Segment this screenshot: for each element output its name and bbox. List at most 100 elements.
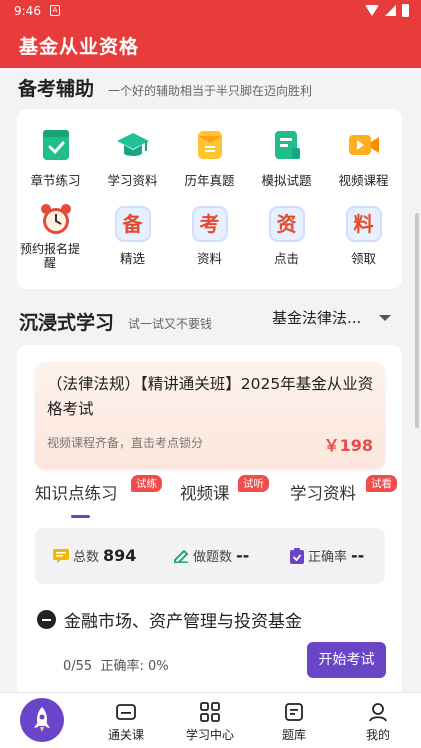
tab-knowledge-practice[interactable]: 知识点练习 试练 — [35, 475, 162, 504]
chapter-accuracy: 正确率: 0% — [100, 659, 169, 674]
mock-exam-icon — [270, 128, 304, 162]
user-icon — [367, 701, 389, 723]
scrollbar[interactable] — [415, 213, 419, 428]
stat-done: 做题数 -- — [173, 546, 249, 565]
app-bar: 基金从业资格 — [0, 22, 421, 68]
nav-profile[interactable]: 我的 — [348, 701, 408, 743]
prep-item-video-course[interactable]: 视频课程 — [325, 128, 402, 188]
video-course-icon — [347, 128, 381, 162]
nav-label: 我的 — [365, 728, 390, 742]
course-title: （法律法规）【精讲通关班】2025年基金从业资格考试 — [47, 375, 374, 418]
alarm-clock-icon — [39, 202, 73, 236]
chevron-down-icon — [379, 314, 392, 321]
bottom-navigation: 通关课 学习中心 题库 我的 — [0, 692, 421, 748]
prep-card: 章节练习 学习资料 历年真题 模拟试题 视频课程 预约报名提醒 备 精选 考 资… — [17, 109, 402, 289]
grid-icon — [199, 701, 221, 723]
pencil-icon — [174, 549, 189, 563]
graduation-cap-icon — [116, 128, 150, 162]
immersive-section-subtitle: 试一试又不要钱 — [128, 317, 213, 331]
stat-done-value: -- — [236, 546, 250, 565]
nav-label: 通关课 — [107, 728, 144, 742]
prep-item-claim[interactable]: 料 领取 — [325, 206, 402, 266]
clipboard-check-icon — [290, 547, 304, 564]
stat-total-value: 894 — [103, 546, 137, 565]
prep-item-label: 预约报名提醒 — [19, 242, 80, 270]
prep-item-label: 资料 — [196, 251, 222, 266]
chapter-practice-icon — [39, 128, 73, 162]
total-count-icon — [53, 548, 69, 563]
main-content[interactable]: 备考辅助 一个好的辅助相当于半只脚在迈向胜利 章节练习 学习资料 历年真题 模拟… — [0, 68, 421, 692]
resource-char-icon: 资 — [268, 206, 305, 242]
prep-section-subtitle: 一个好的辅助相当于半只脚在迈向胜利 — [108, 84, 313, 98]
tab-study-material[interactable]: 学习资料 试看 — [290, 475, 397, 504]
immersive-section-title: 沉浸式学习 — [19, 312, 115, 334]
prep-item-label: 章节练习 — [30, 173, 81, 188]
collapse-icon[interactable] — [37, 610, 56, 629]
prep-item-label: 模拟试题 — [261, 173, 312, 188]
course-card[interactable]: （法律法规）【精讲通关班】2025年基金从业资格考试 视频课程齐备，直击考点锁分… — [35, 362, 385, 469]
chapter-header[interactable]: 金融市场、资产管理与投资基金 — [37, 607, 302, 632]
course-price: ￥198 — [323, 436, 373, 455]
chapter-progress-count: 0/55 — [63, 659, 93, 674]
tab-label: 学习资料 — [290, 484, 356, 503]
nav-course[interactable]: 通关课 — [96, 701, 156, 743]
status-bar: 9:46 A — [0, 0, 421, 22]
status-time: 9:46 — [14, 4, 41, 18]
system-icons — [365, 4, 409, 17]
prep-item-label: 领取 — [350, 251, 376, 266]
prep-item-label: 点击 — [273, 251, 299, 266]
battery-icon — [402, 4, 409, 17]
tab-video-course[interactable]: 视频课 试听 — [180, 475, 269, 504]
home-rocket-button[interactable] — [20, 698, 64, 742]
learning-card: （法律法规）【精讲通关班】2025年基金从业资格考试 视频课程齐备，直击考点锁分… — [17, 345, 402, 692]
stat-accuracy-value: -- — [351, 546, 365, 565]
prep-item-chapter-practice[interactable]: 章节练习 — [17, 128, 94, 188]
chapter-title: 金融市场、资产管理与投资基金 — [64, 612, 302, 632]
prep-section-title: 备考辅助 — [18, 78, 95, 100]
active-tab-indicator — [71, 515, 90, 518]
app-title: 基金从业资格 — [19, 36, 140, 58]
tab-badge: 试听 — [238, 475, 269, 492]
learning-tabs: 知识点练习 试练 视频课 试听 学习资料 试看 — [17, 475, 402, 520]
signal-icon — [385, 5, 396, 16]
subject-dropdown-value: 基金法律法... — [272, 309, 362, 327]
wifi-icon — [365, 5, 379, 16]
nav-study-center[interactable]: 学习中心 — [180, 701, 240, 743]
prep-item-featured[interactable]: 备 精选 — [94, 206, 171, 266]
prep-item-label: 学习资料 — [107, 173, 158, 188]
prep-item-label: 视频课程 — [338, 173, 389, 188]
featured-char-icon: 备 — [114, 206, 151, 242]
stat-total-label: 总数 — [73, 550, 100, 565]
prep-item-registration-reminder[interactable]: 预约报名提醒 — [17, 202, 94, 270]
notification-icon: A — [50, 5, 60, 16]
nav-label: 题库 — [281, 728, 306, 742]
stat-accuracy: 正确率 -- — [290, 546, 364, 565]
subject-dropdown[interactable]: 基金法律法... — [272, 307, 392, 328]
nav-label: 学习中心 — [185, 728, 234, 742]
stat-total: 总数 894 — [53, 546, 136, 565]
prep-item-click[interactable]: 资 点击 — [248, 206, 325, 266]
material-char-icon: 料 — [345, 206, 382, 242]
tab-label: 知识点练习 — [35, 484, 118, 503]
stat-done-label: 做题数 — [193, 550, 233, 565]
question-bank-icon — [283, 701, 305, 723]
stats-panel: 总数 894 做题数 -- 正确率 -- — [35, 528, 385, 584]
tab-badge: 试练 — [131, 475, 162, 492]
rocket-icon — [34, 707, 50, 732]
start-exam-button[interactable]: 开始考试 — [307, 642, 386, 678]
prep-item-study-material[interactable]: 学习资料 — [94, 128, 171, 188]
chapter-progress: 0/55 正确率: 0% — [63, 655, 169, 674]
prep-item-materials[interactable]: 考 资料 — [171, 206, 248, 266]
prep-item-label: 历年真题 — [184, 173, 235, 188]
course-description: 视频课程齐备，直击考点锁分 — [47, 436, 204, 450]
prep-item-past-exams[interactable]: 历年真题 — [171, 128, 248, 188]
nav-question-bank[interactable]: 题库 — [264, 701, 324, 743]
tab-badge: 试看 — [366, 475, 397, 492]
tab-label: 视频课 — [180, 484, 230, 503]
stat-accuracy-label: 正确率 — [308, 550, 348, 565]
prep-item-mock-exams[interactable]: 模拟试题 — [248, 128, 325, 188]
course-icon — [115, 701, 137, 723]
exam-char-icon: 考 — [191, 206, 228, 242]
past-exam-icon — [193, 128, 227, 162]
prep-item-label: 精选 — [119, 251, 145, 266]
